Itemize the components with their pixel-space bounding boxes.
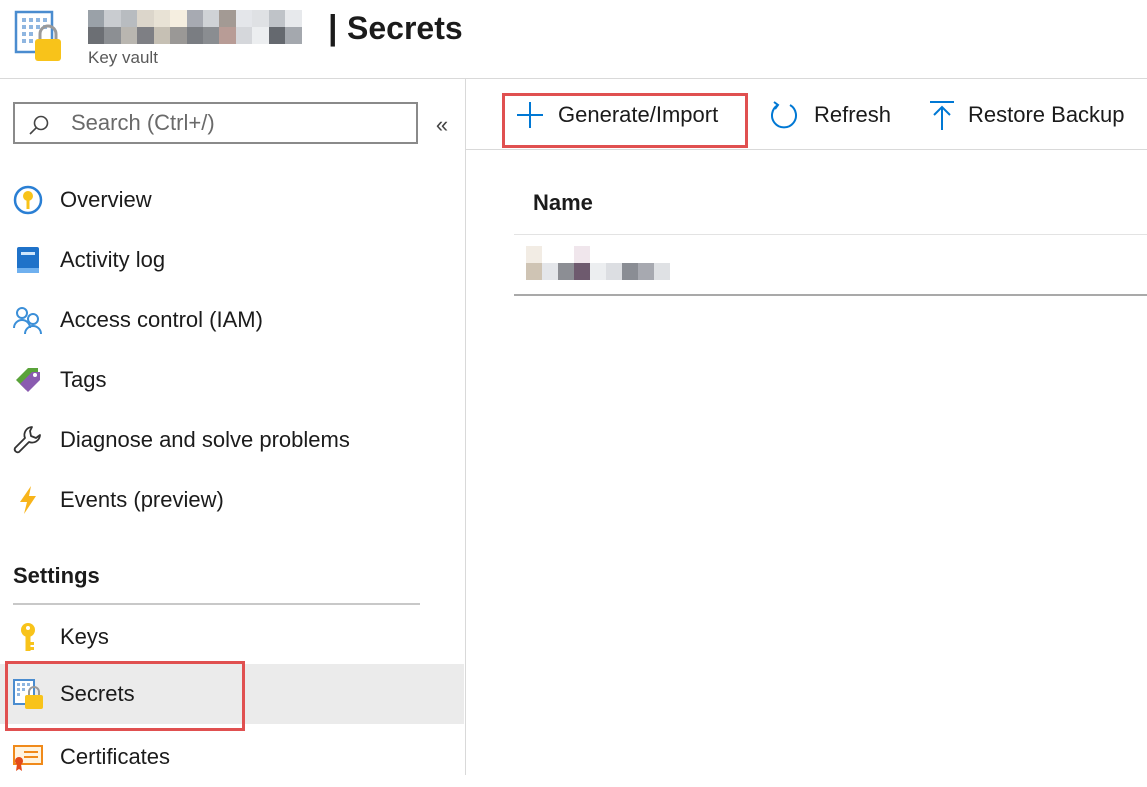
sidebar-item-label: Keys xyxy=(60,624,109,649)
overview-icon xyxy=(13,185,43,215)
generate-import-button[interactable]: Generate/Import xyxy=(514,93,746,137)
upload-arrow-icon xyxy=(930,101,954,130)
page-subtitle: Key vault xyxy=(88,48,158,67)
generate-import-label: Generate/Import xyxy=(558,102,719,127)
sidebar-item-label: Activity log xyxy=(60,247,166,272)
search-box[interactable] xyxy=(13,102,418,144)
table-row[interactable] xyxy=(514,236,1147,296)
collapse-sidebar-button[interactable]: « xyxy=(428,111,456,139)
command-toolbar: Generate/Import Refresh Restore Backup xyxy=(466,79,1147,150)
key-icon xyxy=(21,623,35,651)
sidebar-item-tags[interactable]: Tags xyxy=(0,350,464,410)
sidebar-item-label: Diagnose and solve problems xyxy=(60,427,350,452)
refresh-label: Refresh xyxy=(814,102,892,127)
title-separator: | xyxy=(328,9,338,47)
page-title: Secrets xyxy=(347,10,463,46)
sidebar-item-label: Access control (IAM) xyxy=(60,307,263,332)
sidebar-item-label: Tags xyxy=(60,367,107,392)
activity-log-icon xyxy=(17,247,39,273)
refresh-button[interactable]: Refresh xyxy=(768,93,898,137)
column-header-name[interactable]: Name xyxy=(533,190,593,216)
sidebar-item-secrets[interactable]: Secrets xyxy=(0,664,464,724)
header-divider xyxy=(514,234,1147,235)
sidebar-item-label: Certificates xyxy=(60,744,171,769)
secret-name-redacted xyxy=(526,246,686,280)
sidebar-item-label: Events (preview) xyxy=(60,487,224,512)
page-header: | Secrets Key vault xyxy=(0,0,1147,79)
sidebar: « Overview Activity log Access control (… xyxy=(0,79,466,775)
certificate-icon xyxy=(13,745,43,771)
section-divider xyxy=(13,603,420,605)
sidebar-item-label: Overview xyxy=(60,187,152,212)
sidebar-item-access-control[interactable]: Access control (IAM) xyxy=(0,290,464,350)
sidebar-item-events[interactable]: Events (preview) xyxy=(0,470,464,530)
sidebar-item-diagnose[interactable]: Diagnose and solve problems xyxy=(0,410,464,470)
restore-backup-button[interactable]: Restore Backup xyxy=(926,93,1138,137)
sidebar-item-overview[interactable]: Overview xyxy=(0,170,464,230)
sidebar-item-label: Secrets xyxy=(60,681,135,706)
refresh-icon xyxy=(771,101,797,129)
secrets-icon xyxy=(13,679,43,709)
sidebar-item-activity-log[interactable]: Activity log xyxy=(0,230,464,290)
settings-section-heading: Settings xyxy=(13,563,100,588)
sidebar-item-certificates[interactable]: Certificates xyxy=(0,727,464,787)
access-control-icon xyxy=(13,307,42,335)
sidebar-item-keys[interactable]: Keys xyxy=(0,607,464,667)
restore-backup-label: Restore Backup xyxy=(968,102,1125,127)
lightning-icon xyxy=(20,486,36,514)
plus-icon xyxy=(517,102,543,128)
wrench-icon xyxy=(13,426,41,454)
search-input[interactable] xyxy=(71,110,411,136)
secrets-list: Name xyxy=(466,150,1147,775)
key-vault-icon xyxy=(14,10,61,61)
resource-name-redacted xyxy=(88,10,318,44)
search-icon xyxy=(29,115,49,135)
tag-icon xyxy=(16,368,40,392)
